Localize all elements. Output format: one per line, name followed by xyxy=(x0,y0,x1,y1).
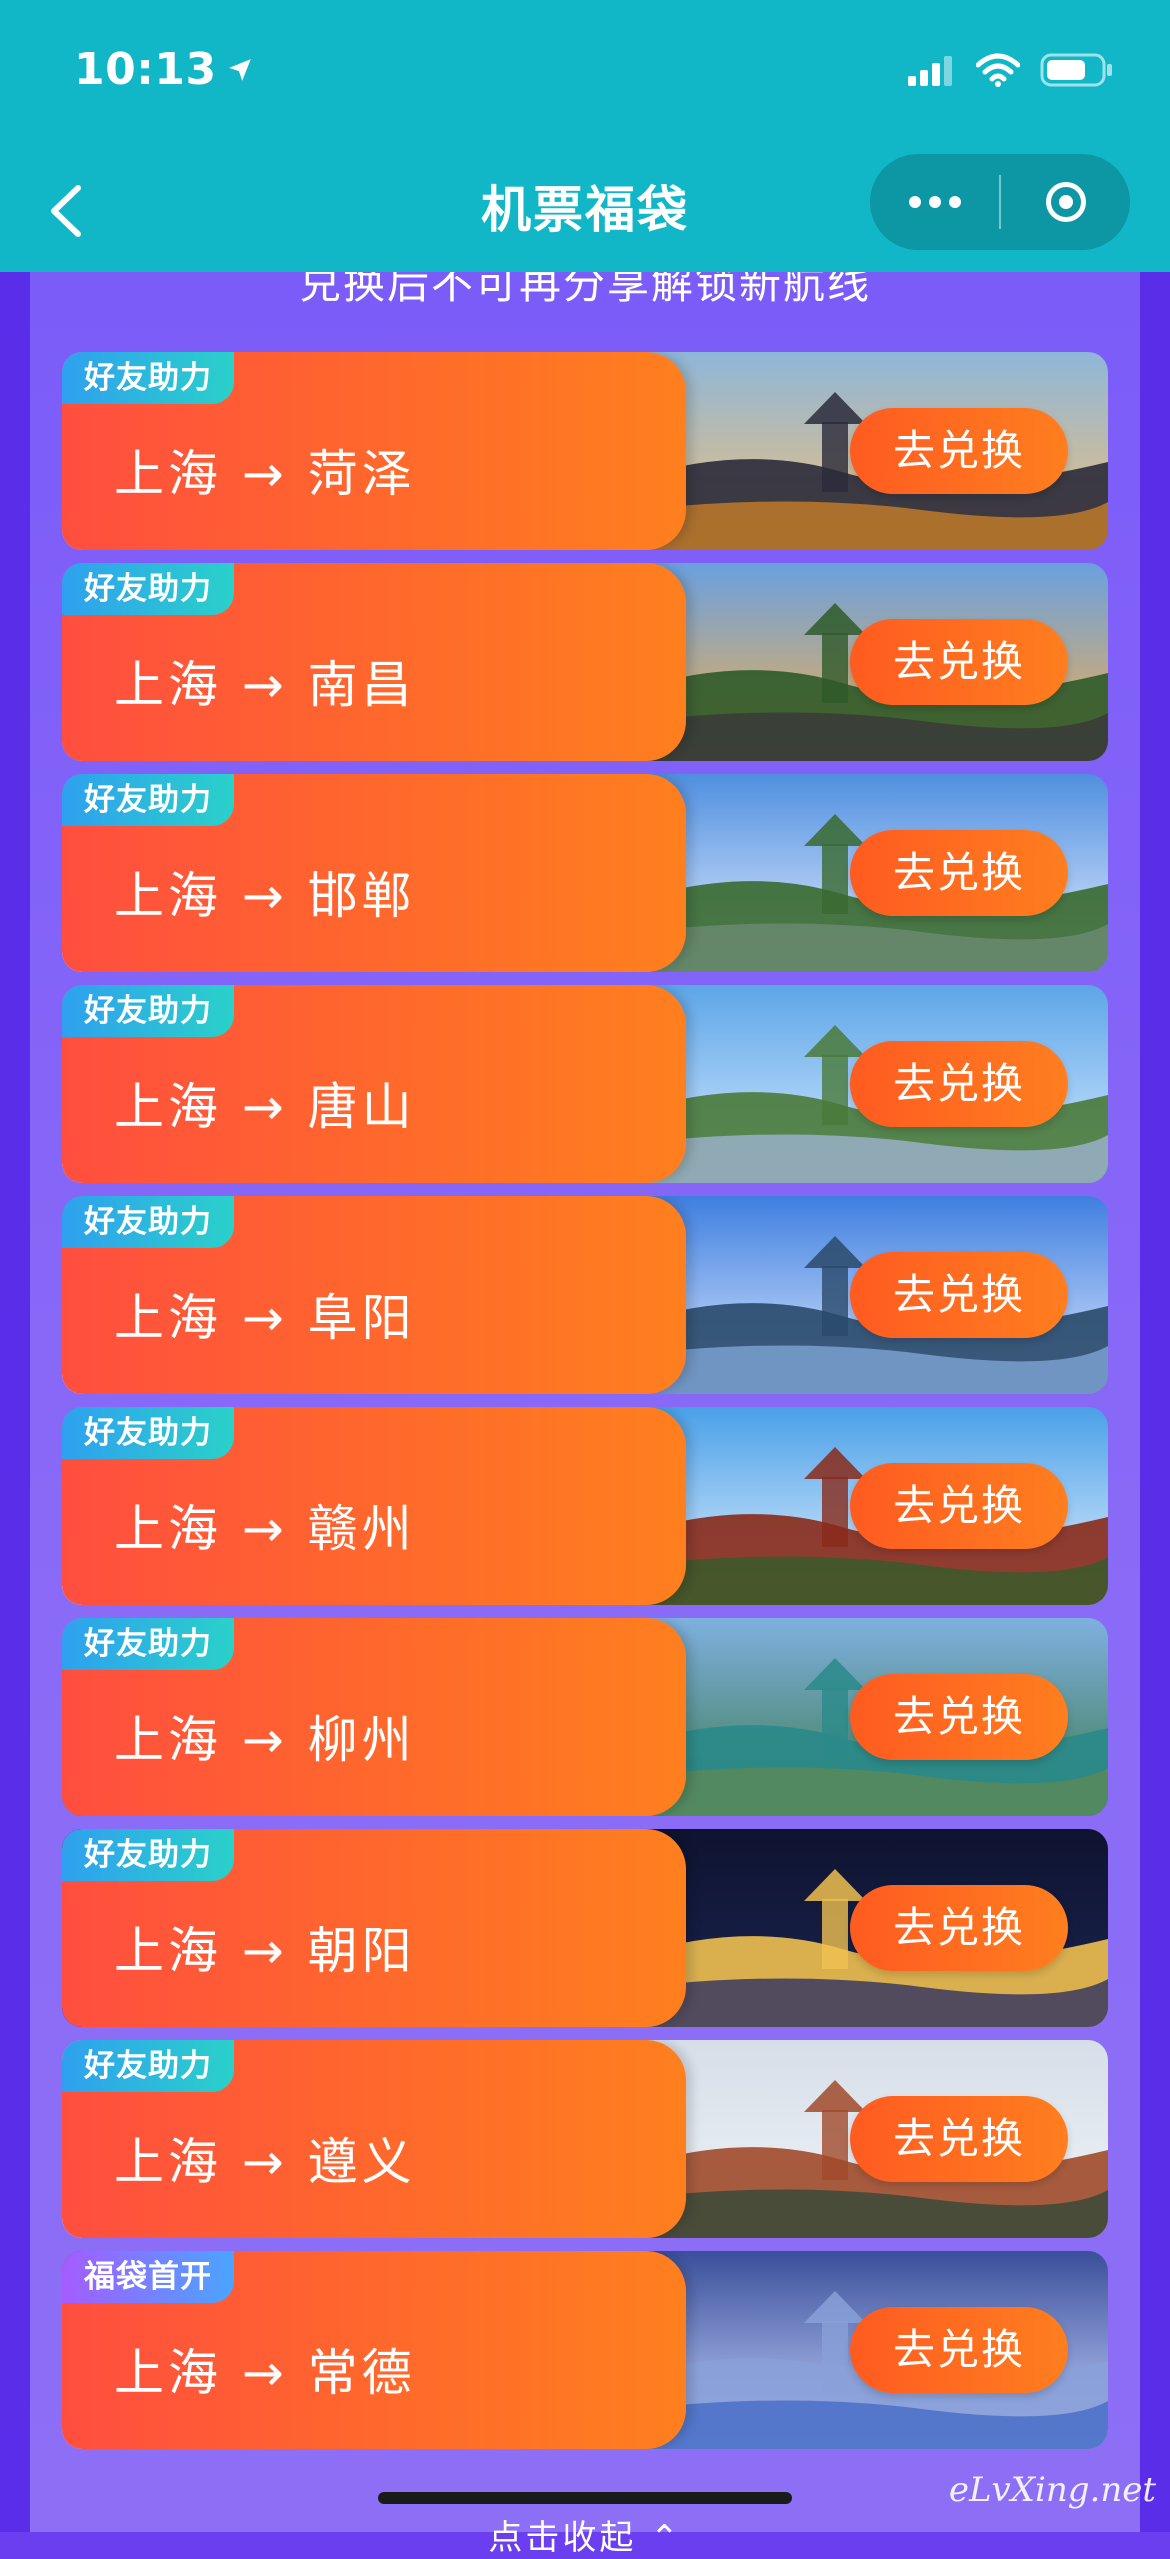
app-header: 10:13 机票福袋 xyxy=(0,0,1170,272)
close-miniprogram-button[interactable] xyxy=(1001,154,1130,250)
status-bar: 10:13 xyxy=(0,0,1170,150)
redeem-button[interactable]: 去兑换 xyxy=(850,1252,1068,1338)
route-label: 上海 → 朝阳 xyxy=(114,1922,416,1980)
route-tag: 好友助力 xyxy=(62,1196,234,1248)
redeem-button[interactable]: 去兑换 xyxy=(850,2096,1068,2182)
route-card[interactable]: 好友助力 上海 → 邯郸 去兑换 xyxy=(62,774,1108,972)
route-tag: 好友助力 xyxy=(62,2040,234,2092)
route-tag: 福袋首开 xyxy=(62,2251,234,2303)
route-tag: 好友助力 xyxy=(62,774,234,826)
redeem-button[interactable]: 去兑换 xyxy=(850,1041,1068,1127)
miniprogram-capsule xyxy=(870,154,1130,250)
wifi-icon xyxy=(976,53,1020,87)
notice-text: 兑换后不可再分享解锁新航线 xyxy=(298,272,871,308)
watermark: eLvXing.net xyxy=(948,2470,1156,2510)
route-card[interactable]: 好友助力 上海 → 柳州 去兑换 xyxy=(62,1618,1108,1816)
route-tag: 好友助力 xyxy=(62,352,234,404)
route-label: 上海 → 常德 xyxy=(114,2344,416,2402)
redeem-button[interactable]: 去兑换 xyxy=(850,2307,1068,2393)
route-label: 上海 → 遵义 xyxy=(114,2133,416,2191)
route-tag: 好友助力 xyxy=(62,985,234,1037)
redeem-button[interactable]: 去兑换 xyxy=(850,1463,1068,1549)
redeem-button[interactable]: 去兑换 xyxy=(850,619,1068,705)
redeem-button[interactable]: 去兑换 xyxy=(850,1885,1068,1971)
route-label: 上海 → 赣州 xyxy=(114,1500,416,1558)
target-icon xyxy=(1045,182,1086,222)
redeem-button[interactable]: 去兑换 xyxy=(850,1674,1068,1760)
location-arrow-icon xyxy=(228,58,251,81)
route-label: 上海 → 唐山 xyxy=(114,1078,416,1136)
route-card[interactable]: 好友助力 上海 → 菏泽 去兑换 xyxy=(62,352,1108,550)
clock: 10:13 xyxy=(74,44,217,95)
more-button[interactable] xyxy=(870,154,999,250)
route-tag: 好友助力 xyxy=(62,1407,234,1459)
route-tag: 好友助力 xyxy=(62,1618,234,1670)
navigation-bar: 机票福袋 xyxy=(0,150,1170,272)
route-label: 上海 → 菏泽 xyxy=(114,445,416,503)
collapse-link[interactable]: 点击收起 ⌃ xyxy=(0,2510,1170,2559)
route-card[interactable]: 好友助力 上海 → 赣州 去兑换 xyxy=(62,1407,1108,1605)
route-label: 上海 → 邯郸 xyxy=(114,867,416,925)
route-card[interactable]: 好友助力 上海 → 唐山 去兑换 xyxy=(62,985,1108,1183)
route-label: 上海 → 阜阳 xyxy=(114,1289,416,1347)
redeem-button[interactable]: 去兑换 xyxy=(850,830,1068,916)
route-card[interactable]: 好友助力 上海 → 阜阳 去兑换 xyxy=(62,1196,1108,1394)
route-tag: 好友助力 xyxy=(62,1829,234,1881)
battery-icon xyxy=(1040,53,1112,87)
route-label: 上海 → 柳州 xyxy=(114,1711,416,1769)
route-card[interactable]: 好友助力 上海 → 遵义 去兑换 xyxy=(62,2040,1108,2238)
route-tag: 好友助力 xyxy=(62,563,234,615)
more-dots-icon xyxy=(908,196,961,208)
route-label: 上海 → 南昌 xyxy=(114,656,416,714)
signal-icon xyxy=(908,56,952,86)
route-card[interactable]: 好友助力 上海 → 南昌 去兑换 xyxy=(62,563,1108,761)
ticket-list: 兑换后不可再分享解锁新航线 好友助力 上海 → 菏泽 去兑换 好友助力 上海 →… xyxy=(30,272,1140,2532)
redeem-button[interactable]: 去兑换 xyxy=(850,408,1068,494)
home-indicator xyxy=(378,2492,792,2504)
route-card[interactable]: 福袋首开 上海 → 常德 去兑换 xyxy=(62,2251,1108,2449)
route-card[interactable]: 好友助力 上海 → 朝阳 去兑换 xyxy=(62,1829,1108,2027)
